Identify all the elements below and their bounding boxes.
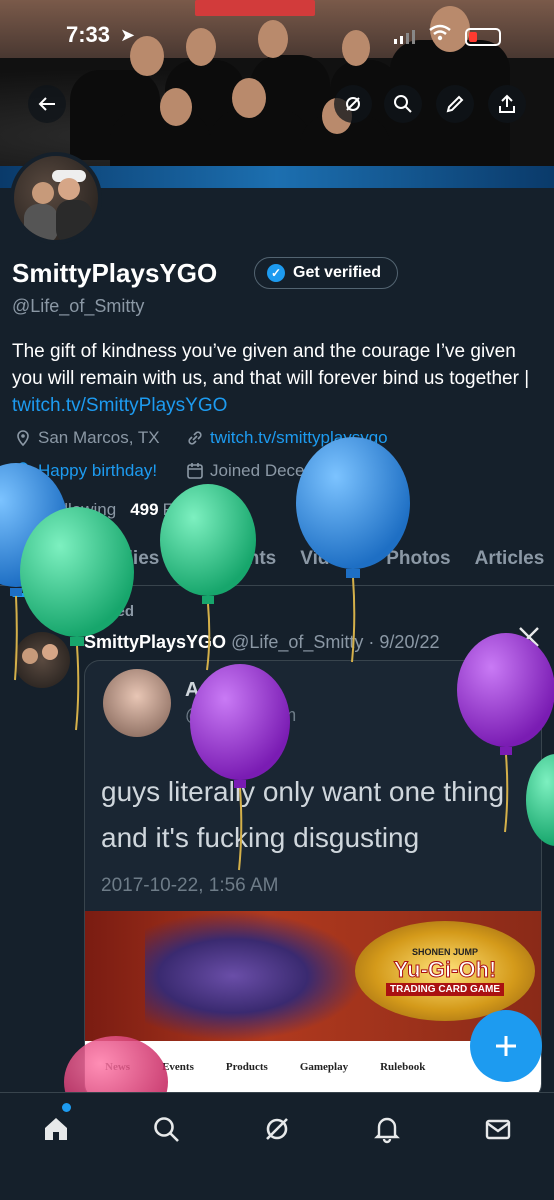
tab-videos[interactable]: Videos <box>288 538 374 585</box>
tab-photos[interactable]: Photos <box>374 538 462 585</box>
compose-button[interactable] <box>470 1010 542 1082</box>
banner-sign <box>195 0 315 16</box>
profile-bio: The gift of kindness you’ve given and th… <box>12 338 532 419</box>
yugioh-logo-text: Yu-Gi-Oh! <box>393 956 497 982</box>
following-stat[interactable]: 298 Following <box>12 500 116 520</box>
grok-icon <box>346 97 360 111</box>
profile-display-name: SmittyPlaysYGO <box>12 258 218 288</box>
x-logo-icon <box>518 626 540 655</box>
post-date: · 9/20/22 <box>368 632 440 652</box>
nav-notifications[interactable] <box>369 1111 405 1147</box>
get-verified-label: Get verified <box>293 264 382 281</box>
share-button[interactable] <box>488 85 526 123</box>
quoted-timestamp: 2017-10-22, 1:56 AM <box>101 875 279 896</box>
signal-icon <box>394 30 416 44</box>
profile-handle: @Life_of_Smitty <box>12 296 145 316</box>
followers-count: 499 <box>130 500 159 519</box>
plus-icon <box>496 1036 516 1056</box>
followers-stat[interactable]: 499 Followers <box>130 500 235 520</box>
profile-website[interactable]: twitch.tv/smittyplaysygo <box>186 428 388 448</box>
nav-messages[interactable] <box>480 1111 516 1147</box>
status-time: 7:33 <box>66 22 111 47</box>
profile-tabs: Posts Replies Highlights Videos Photos A… <box>0 538 554 597</box>
tab-replies[interactable]: Replies <box>80 538 172 585</box>
get-verified-button[interactable]: ✓ Get verified <box>254 257 399 289</box>
location-text: San Marcos, TX <box>38 428 160 447</box>
bottom-navigation <box>0 1092 554 1200</box>
following-count: 298 <box>12 500 41 519</box>
arrow-left-icon <box>38 97 55 111</box>
location-pin-icon <box>17 430 29 447</box>
pinned-indicator: Pinned <box>60 603 134 620</box>
mail-icon <box>485 1119 511 1140</box>
banner-face <box>232 78 266 118</box>
search-icon <box>154 1117 179 1142</box>
tab-posts[interactable]: Posts <box>0 538 80 597</box>
bio-link[interactable]: twitch.tv/SmittyPlaysYGO <box>12 395 227 416</box>
quoted-avatar <box>103 669 171 737</box>
nav-search[interactable] <box>148 1111 184 1147</box>
wifi-icon <box>428 24 452 48</box>
following-label: Following <box>44 500 117 519</box>
calendar-icon <box>187 463 203 479</box>
quoted-handle: @ashcammm <box>185 705 297 725</box>
post-author-handle: @Life_of_Smitty <box>231 632 364 652</box>
followers-label: Followers <box>162 500 236 519</box>
post-header: SmittyPlaysYGO @Life_of_Smitty · 9/20/22 <box>84 632 439 653</box>
share-icon <box>499 94 515 113</box>
pinned-label: Pinned <box>84 603 135 620</box>
quoted-name: Ash <box>185 679 223 701</box>
nav-grok[interactable] <box>259 1111 295 1147</box>
search-button[interactable] <box>384 85 422 123</box>
post-author-avatar[interactable] <box>14 632 70 688</box>
grok-icon <box>266 1118 288 1140</box>
verified-badge-icon: ✓ <box>267 264 285 282</box>
home-icon <box>45 1118 67 1140</box>
battery-icon <box>465 28 501 46</box>
shonen-jump-text: SHONEN JUMP <box>411 946 478 957</box>
bell-icon <box>374 1117 400 1144</box>
back-button[interactable] <box>28 85 66 123</box>
pin-icon <box>60 603 74 618</box>
edit-button[interactable] <box>436 85 474 123</box>
profile-birthday: Happy birthday! <box>14 461 157 481</box>
bio-text: The gift of kindness you’ve given and th… <box>12 341 530 389</box>
search-icon <box>394 95 412 113</box>
yugioh-logo: SHONEN JUMP Yu-Gi-Oh! TRADING CARD GAME <box>355 921 535 1021</box>
yugioh-banner-image: SHONEN JUMP Yu-Gi-Oh! TRADING CARD GAME <box>85 911 541 1041</box>
quoted-text: guys literally only want one thing and i… <box>101 776 505 853</box>
tab-highlights[interactable]: Highlights <box>171 538 288 585</box>
chevron-down-icon: ⌄ <box>513 683 529 703</box>
banner-face <box>160 88 192 126</box>
website-link[interactable]: twitch.tv/smittyplaysygo <box>210 428 388 448</box>
birthday-text: Happy birthday! <box>38 461 158 480</box>
profile-location: San Marcos, TX <box>14 428 160 448</box>
post-author-name[interactable]: SmittyPlaysYGO <box>84 632 226 652</box>
location-arrow-icon: ➤ <box>120 25 136 45</box>
profile-stats: 298 Following 499 Followers <box>12 500 235 520</box>
joined-text: Joined December 2017 <box>210 461 386 480</box>
tcg-text: TRADING CARD GAME <box>386 982 504 996</box>
yugioh-characters <box>145 911 365 1041</box>
profile-joined: Joined December 2017 <box>186 461 386 481</box>
notification-dot <box>62 1103 71 1112</box>
profile-avatar[interactable] <box>10 152 102 244</box>
balloon-icon <box>17 462 29 479</box>
grok-button[interactable] <box>334 85 372 123</box>
status-bar: 7:33 ➤ <box>0 22 554 52</box>
nav-home[interactable] <box>38 1111 74 1147</box>
link-icon <box>188 431 202 445</box>
tab-articles[interactable]: Articles <box>463 538 554 585</box>
pencil-icon <box>446 95 464 113</box>
